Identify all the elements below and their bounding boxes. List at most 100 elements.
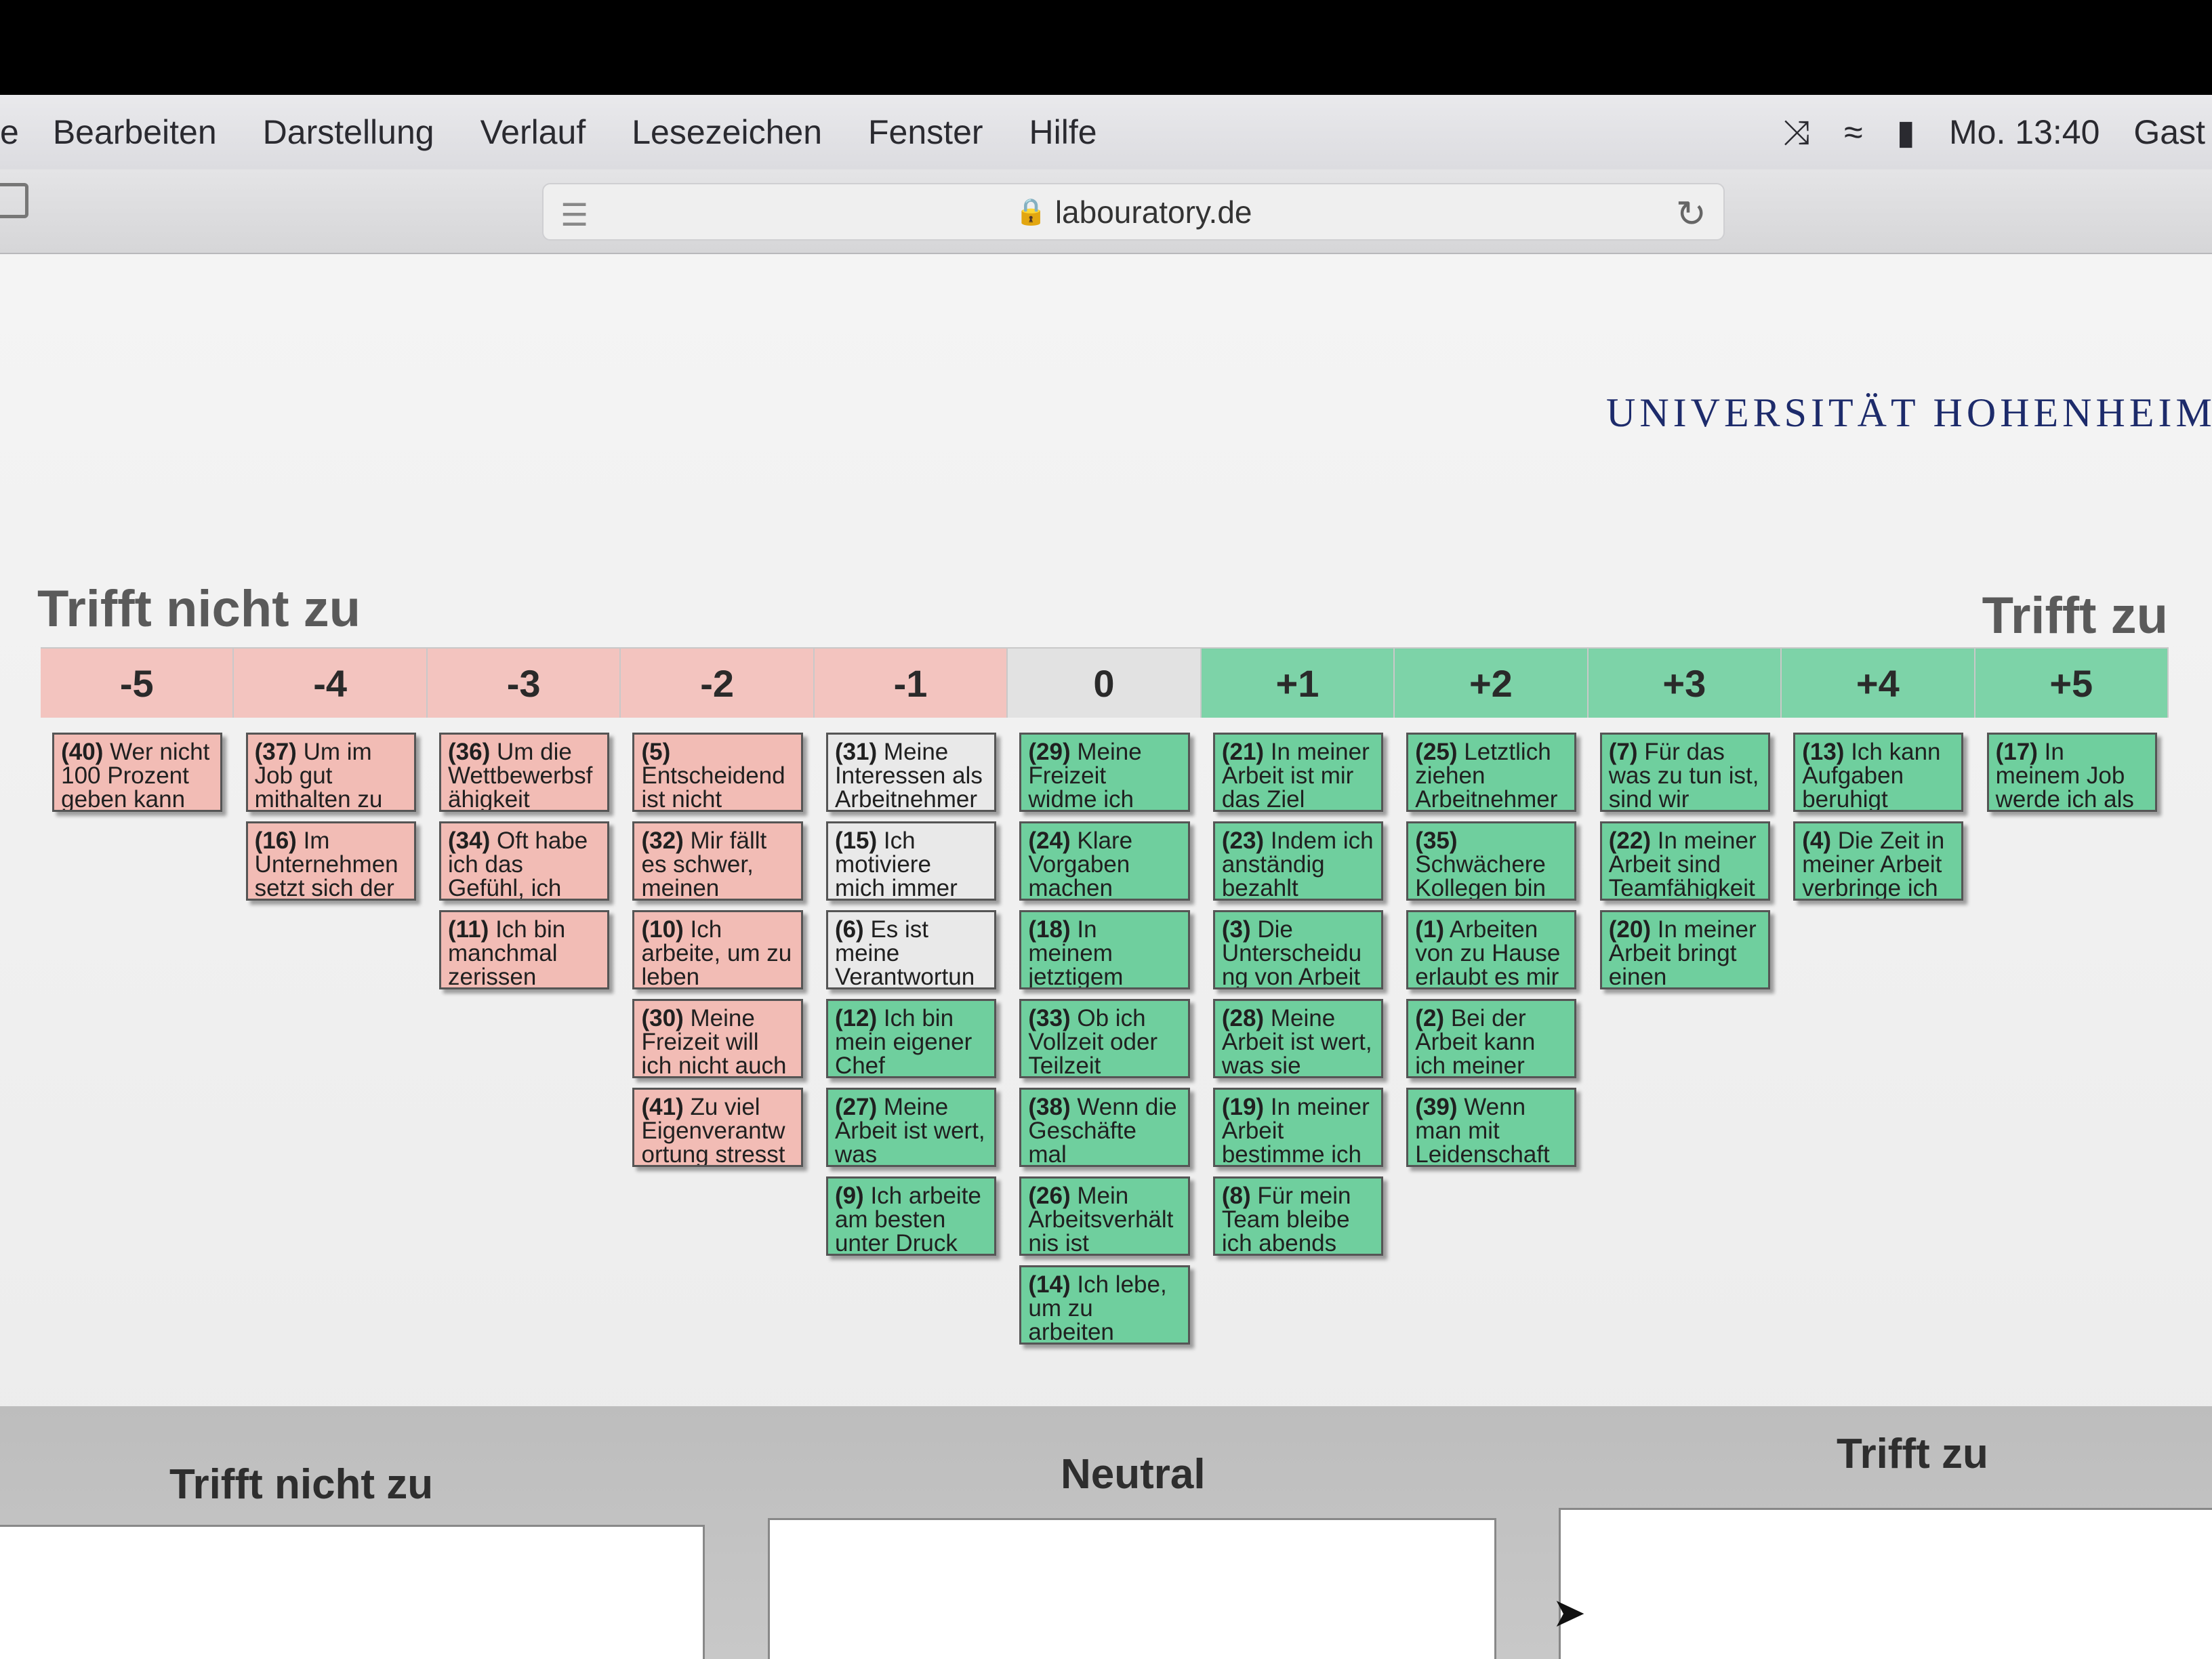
pole-label-left: Trifft nicht zu (37, 580, 361, 638)
scale-header-cell: +5 (1975, 647, 2169, 718)
scale-header-cell: -2 (621, 647, 815, 718)
sidebar-toggle-icon[interactable] (0, 183, 28, 218)
statement-card[interactable]: (8) Für mein Team bleibe ich abends (1212, 1176, 1384, 1256)
browser-toolbar: ☰ 🔒 labouratory.de ↻ (0, 169, 2212, 254)
statement-card[interactable]: (2) Bei der Arbeit kann ich meiner (1406, 999, 1577, 1078)
qsort-column: (13) Ich kann Aufgaben beruhigt (4) Die Z… (1782, 718, 1975, 1345)
statement-number: (18) (1028, 916, 1071, 943)
menu-item-hilfe[interactable]: Hilfe (1029, 112, 1097, 152)
statement-card[interactable]: (41) Zu viel Eigenverantw ortung stresst (632, 1088, 803, 1167)
university-logo: UNIVERSITÄT HOHENHEIM (1606, 390, 2212, 435)
statement-number: (34) (448, 827, 491, 854)
statement-number: (28) (1221, 1005, 1265, 1031)
menu-clock[interactable]: Mo. 13:40 (1949, 112, 2100, 152)
battery-icon[interactable]: ▮ (1897, 112, 1916, 152)
menu-user[interactable]: Gast (2133, 112, 2205, 152)
menu-item-darstellung[interactable]: Darstellung (263, 112, 434, 152)
address-bar[interactable]: ☰ 🔒 labouratory.de ↻ (542, 183, 1725, 241)
statement-card[interactable]: (4) Die Zeit in meiner Arbeit verbringe … (1793, 821, 1964, 901)
qsort-column: (17) In meinem Job werde ich als (1975, 718, 2169, 1345)
statement-card[interactable]: (22) In meiner Arbeit sind Teamfähigkeit (1599, 821, 1770, 901)
statement-number: (31) (834, 739, 878, 765)
statement-card[interactable]: (27) Meine Arbeit ist wert, was (825, 1088, 997, 1167)
scale-header-cell: -1 (814, 647, 1008, 718)
wifi-icon[interactable]: ≈ (1844, 112, 1862, 152)
feather-icon[interactable]: ⤨ (1783, 112, 1810, 152)
statement-number: (27) (834, 1094, 878, 1120)
statement-card[interactable]: (33) Ob ich Vollzeit oder Teilzeit (1019, 999, 1190, 1078)
statement-card[interactable]: (11) Ich bin manchmal zerissen (439, 910, 610, 989)
statement-number: (35) (1415, 827, 1458, 854)
statement-number: (26) (1028, 1183, 1071, 1209)
reload-icon[interactable]: ↻ (1676, 192, 1706, 235)
statement-card[interactable]: (29) Meine Freizeit widme ich meinen (1019, 733, 1190, 812)
drop-box-trifft-zu[interactable] (1559, 1508, 2212, 1659)
statement-card[interactable]: (35) Schwächere Kollegen bin (1406, 821, 1577, 901)
statement-card[interactable]: (10) Ich arbeite, um zu leben (632, 910, 803, 989)
statement-card[interactable]: (30) Meine Freizeit will ich nicht auch (632, 999, 803, 1078)
statement-card[interactable]: (34) Oft habe ich das Gefühl, ich (439, 821, 610, 901)
cursor-icon: ➤ (1552, 1590, 1586, 1635)
statement-card[interactable]: (19) In meiner Arbeit bestimme ich (1212, 1088, 1384, 1167)
statement-card[interactable]: (40) Wer nicht 100 Prozent geben kann (52, 733, 223, 812)
menu-item-verlauf[interactable]: Verlauf (480, 112, 586, 152)
statement-number: (6) (834, 916, 864, 943)
statement-card[interactable]: (23) Indem ich anständig bezahlt (1212, 821, 1384, 901)
statement-card[interactable]: (39) Wenn man mit Leidenschaft (1406, 1088, 1577, 1167)
drop-box-trifft-nicht-zu[interactable] (0, 1525, 705, 1659)
statement-card[interactable]: (7) Für das was zu tun ist, sind wir (1599, 733, 1770, 812)
statement-number: (4) (1802, 827, 1831, 854)
statement-card[interactable]: (25) Letztlich ziehen Arbeitnehmer (1406, 733, 1577, 812)
statement-number: (25) (1415, 739, 1458, 765)
drop-box-neutral[interactable] (768, 1518, 1496, 1659)
statement-number: (32) (641, 827, 684, 854)
statement-number: (10) (641, 916, 684, 943)
statement-number: (16) (254, 827, 297, 854)
statement-card[interactable]: (13) Ich kann Aufgaben beruhigt (1793, 733, 1964, 812)
statement-card[interactable]: (36) Um die Wettbewerbsf ähigkeit (439, 733, 610, 812)
bottom-title-left: Trifft nicht zu (169, 1461, 434, 1508)
statement-card[interactable]: (9) Ich arbeite am besten unter Druck (825, 1176, 997, 1256)
scale-header-cell: -3 (427, 647, 621, 718)
statement-card[interactable]: (21) In meiner Arbeit ist mir das Ziel (1212, 733, 1384, 812)
statement-card[interactable]: (26) Mein Arbeitsverhält nis ist (1019, 1176, 1190, 1256)
menu-bar: e Bearbeiten Darstellung Verlauf Lesezei… (0, 95, 2212, 169)
qsort-columns: (40) Wer nicht 100 Prozent geben kann (37… (41, 718, 2169, 1345)
scale-header: -5 -4 -3 -2 -1 0 +1 +2 +3 +4 +5 (41, 647, 2169, 718)
statement-card[interactable]: (28) Meine Arbeit ist wert, was sie (1212, 999, 1384, 1078)
statement-number: (3) (1221, 916, 1251, 943)
scale-header-cell: +1 (1201, 647, 1395, 718)
statement-card[interactable]: (15) Ich motiviere mich immer (825, 821, 997, 901)
qsort-column: (31) Meine Interessen als Arbeitnehmer (1… (815, 718, 1008, 1345)
scale-header-cell: 0 (1008, 647, 1202, 718)
statement-card[interactable]: (12) Ich bin mein eigener Chef (825, 999, 997, 1078)
statement-card[interactable]: (37) Um im Job gut mithalten zu (245, 733, 416, 812)
menu-item-bearbeiten[interactable]: Bearbeiten (53, 112, 217, 152)
statement-card[interactable]: (20) In meiner Arbeit bringt einen (1599, 910, 1770, 989)
url-text: labouratory.de (1054, 194, 1252, 230)
statement-card[interactable]: (38) Wenn die Geschäfte mal (1019, 1088, 1190, 1167)
statement-card[interactable]: (6) Es ist meine Verantwortun (825, 910, 997, 989)
statement-card[interactable]: (14) Ich lebe, um zu arbeiten (1019, 1265, 1190, 1345)
statement-card[interactable]: (31) Meine Interessen als Arbeitnehmer (825, 733, 997, 812)
statement-card[interactable]: (17) In meinem Job werde ich als (1986, 733, 2157, 812)
reader-icon[interactable]: ☰ (560, 197, 588, 233)
scale-header-cell: -5 (41, 647, 234, 718)
statement-card[interactable]: (3) Die Unterscheidu ng von Arbeit (1212, 910, 1384, 989)
qsort-column: (40) Wer nicht 100 Prozent geben kann (41, 718, 234, 1345)
statement-number: (33) (1028, 1005, 1071, 1031)
statement-card[interactable]: (18) In meinem jetztigem Unternehmen (1019, 910, 1190, 989)
statement-number: (7) (1608, 739, 1638, 765)
menu-item-fenster[interactable]: Fenster (868, 112, 983, 152)
statement-card[interactable]: (32) Mir fällt es schwer, meinen (632, 821, 803, 901)
statement-card[interactable]: (1) Arbeiten von zu Hause erlaubt es mir (1406, 910, 1577, 989)
statement-number: (29) (1028, 739, 1071, 765)
statement-card[interactable]: (5) Entscheidend ist nicht (632, 733, 803, 812)
scale-header-cell: -4 (234, 647, 428, 718)
statement-card[interactable]: (16) Im Unternehmen setzt sich der (245, 821, 416, 901)
statement-number: (11) (448, 916, 489, 943)
menu-item-lesezeichen[interactable]: Lesezeichen (632, 112, 822, 152)
statement-card[interactable]: (24) Klare Vorgaben machen (1019, 821, 1190, 901)
statement-number: (39) (1415, 1094, 1458, 1120)
menu-item-app[interactable]: e (0, 112, 19, 152)
